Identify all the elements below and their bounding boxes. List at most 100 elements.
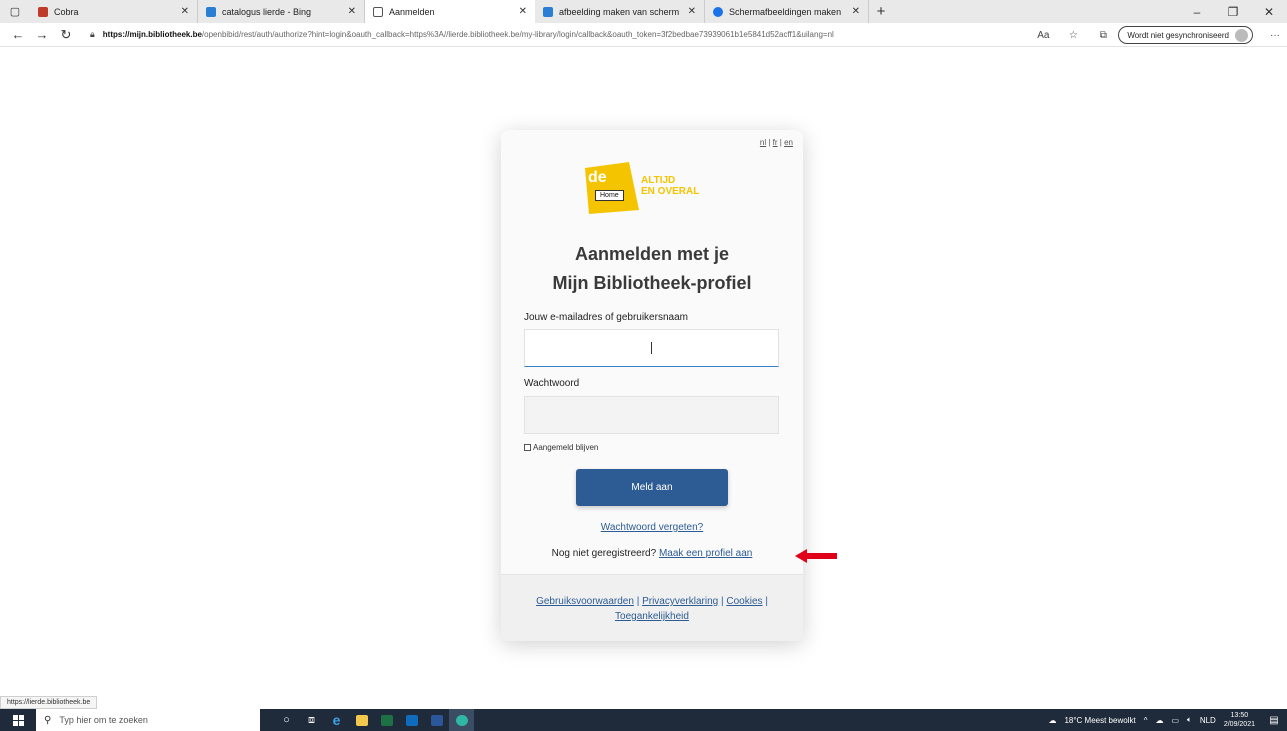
close-icon[interactable]: ✕ [348, 6, 356, 17]
lang-fr-link[interactable]: fr [773, 138, 778, 147]
notification-icon[interactable]: ▤ [1265, 715, 1283, 726]
tab-title: Schermafbeeldingen maken op [729, 6, 844, 17]
file-explorer-icon[interactable] [349, 709, 374, 731]
favorites-star-icon[interactable]: ☆ [1058, 30, 1088, 41]
language-switcher: nl | fr | en [759, 138, 793, 147]
system-tray: ☁ 18°C Meest bewolkt ^ ☁ ▭ 🔈︎ NLD 13:50 … [1048, 709, 1287, 731]
lang-nl-link[interactable]: nl [760, 138, 766, 147]
remember-me-label: Aangemeld blijven [533, 443, 599, 452]
windows-logo-icon [12, 714, 24, 726]
edge-icon[interactable] [449, 709, 474, 731]
tab-afbeelding-maken[interactable]: afbeelding maken van scherm - ✕ [535, 0, 705, 23]
logo-tagline-2: EN OVERAL [641, 186, 700, 197]
window-controls: – ❐ ✕ [1179, 0, 1287, 23]
more-menu-icon[interactable]: ··· [1263, 30, 1287, 41]
username-input[interactable] [524, 329, 779, 367]
create-profile-link[interactable]: Maak een profiel aan [659, 548, 752, 559]
weather-text[interactable]: 18°C Meest bewolkt [1064, 716, 1135, 725]
tab-aanmelden[interactable]: Aanmelden ✕ [365, 0, 535, 23]
tab-title: Cobra [54, 6, 79, 17]
google-favicon-icon [713, 6, 723, 17]
language-indicator[interactable]: NLD [1200, 716, 1216, 725]
network-icon[interactable]: ▭ [1171, 716, 1179, 725]
checkbox-box[interactable] [524, 444, 531, 451]
refresh-icon[interactable]: ↻ [54, 27, 78, 43]
close-icon[interactable]: ✕ [688, 6, 696, 17]
avatar [1235, 28, 1248, 42]
search-icon: ⚲ [44, 714, 52, 726]
separator: | [636, 596, 640, 607]
cobra-favicon-icon [38, 6, 48, 17]
bibliotheek-logo[interactable]: de ALTIJD EN OVERAL Home [583, 160, 723, 218]
clock-date: 2/09/2021 [1223, 721, 1255, 728]
separator: | [721, 596, 724, 607]
new-tab-button[interactable]: + [869, 3, 893, 20]
close-icon[interactable]: ✕ [181, 6, 189, 17]
tab-title: catalogus lierde - Bing [222, 6, 312, 17]
forgot-password-link[interactable]: Wachtwoord vergeten? [501, 522, 803, 533]
page-viewport: nl | fr | en de ALTIJD EN OVERAL Home Aa… [0, 48, 1287, 694]
restore-icon[interactable]: ❐ [1215, 5, 1251, 19]
task-view-icon[interactable]: ⧈ [299, 709, 324, 731]
tab-title: Aanmelden [389, 6, 435, 17]
text-caret [651, 342, 652, 354]
collections-icon[interactable]: ⧉ [1088, 30, 1118, 41]
password-label: Wachtwoord [524, 378, 580, 389]
remember-me-checkbox[interactable]: Aangemeld blijven [524, 443, 598, 452]
tab-title: afbeelding maken van scherm - [559, 6, 680, 17]
tab-catalogus-lierde[interactable]: catalogus lierde - Bing ✕ [198, 0, 365, 23]
windows-taskbar: ⚲ Typ hier om te zoeken ○ ⧈ e ☁ 18°C Mee… [0, 709, 1287, 731]
back-arrow-icon[interactable]: ← [6, 27, 30, 42]
password-input[interactable] [524, 396, 779, 434]
cookies-link[interactable]: Cookies [726, 596, 762, 607]
sync-label: Wordt niet gesynchroniseerd [1127, 30, 1229, 40]
close-icon[interactable]: ✕ [852, 6, 860, 17]
tray-chevron-icon[interactable]: ^ [1144, 716, 1148, 725]
address-input[interactable]: 🔒︎ https://mijn.bibliotheek.be /openbibi… [90, 29, 970, 40]
lang-en-link[interactable]: en [784, 138, 793, 147]
taskbar-apps: ○ ⧈ e [274, 709, 474, 731]
title-line-2: Mijn Bibliotheek-profiel [552, 273, 752, 293]
lock-icon: 🔒︎ [90, 29, 95, 39]
profile-sync-button[interactable]: Wordt niet gesynchroniseerd [1118, 26, 1253, 44]
volume-icon[interactable]: 🔈︎ [1187, 715, 1192, 725]
username-label: Jouw e-mailadres of gebruikersnaam [524, 312, 688, 323]
tab-actions-icon[interactable]: ▢ [0, 0, 30, 23]
search-placeholder: Typ hier om te zoeken [59, 715, 148, 725]
status-url: https://lierde.bibliotheek.be [0, 696, 98, 709]
logo-mark-icon: de [585, 162, 639, 214]
terms-link[interactable]: Gebruiksvoorwaarden [536, 596, 634, 607]
accessibility-link[interactable]: Toegankelijkheid [615, 611, 689, 622]
privacy-link[interactable]: Privacyverklaring [642, 596, 718, 607]
tab-schermafbeeldingen[interactable]: Schermafbeeldingen maken op ✕ [705, 0, 869, 23]
close-icon[interactable]: ✕ [519, 6, 527, 17]
excel-icon[interactable] [374, 709, 399, 731]
forward-arrow-icon[interactable]: → [30, 27, 54, 42]
home-tooltip: Home [595, 190, 624, 201]
login-button[interactable]: Meld aan [576, 469, 728, 506]
register-prompt: Nog niet geregistreerd? Maak een profiel… [501, 548, 803, 559]
word-icon[interactable] [424, 709, 449, 731]
taskbar-search-input[interactable]: ⚲ Typ hier om te zoeken [36, 709, 260, 731]
page-title: Aanmelden met je Mijn Bibliotheek-profie… [501, 240, 803, 298]
page-favicon-icon [373, 6, 383, 17]
clock[interactable]: 13:50 2/09/2021 [1224, 711, 1255, 729]
bing-favicon-icon [543, 6, 553, 17]
tab-cobra[interactable]: Cobra ✕ [30, 0, 198, 23]
cortana-icon[interactable]: ○ [274, 709, 299, 731]
card-footer: Gebruiksvoorwaarden | Privacyverklaring … [501, 574, 803, 641]
weather-icon[interactable]: ☁ [1048, 716, 1056, 725]
outlook-icon[interactable] [399, 709, 424, 731]
url-host: https://mijn.bibliotheek.be [102, 30, 202, 39]
close-window-icon[interactable]: ✕ [1251, 5, 1287, 19]
red-arrow-icon [795, 549, 837, 563]
read-aloud-icon[interactable]: Aа [1028, 30, 1058, 41]
internet-explorer-icon[interactable]: e [324, 709, 349, 731]
logo-word: de [588, 169, 607, 186]
windows-start-icon[interactable] [0, 709, 36, 731]
minimize-icon[interactable]: – [1179, 5, 1215, 19]
onedrive-icon[interactable]: ☁ [1155, 716, 1163, 725]
register-prompt-text: Nog niet geregistreerd? [551, 548, 657, 559]
url-path: /openbibid/rest/auth/authorize?hint=logi… [201, 30, 834, 39]
logo-tagline-1: ALTIJD [641, 175, 676, 186]
